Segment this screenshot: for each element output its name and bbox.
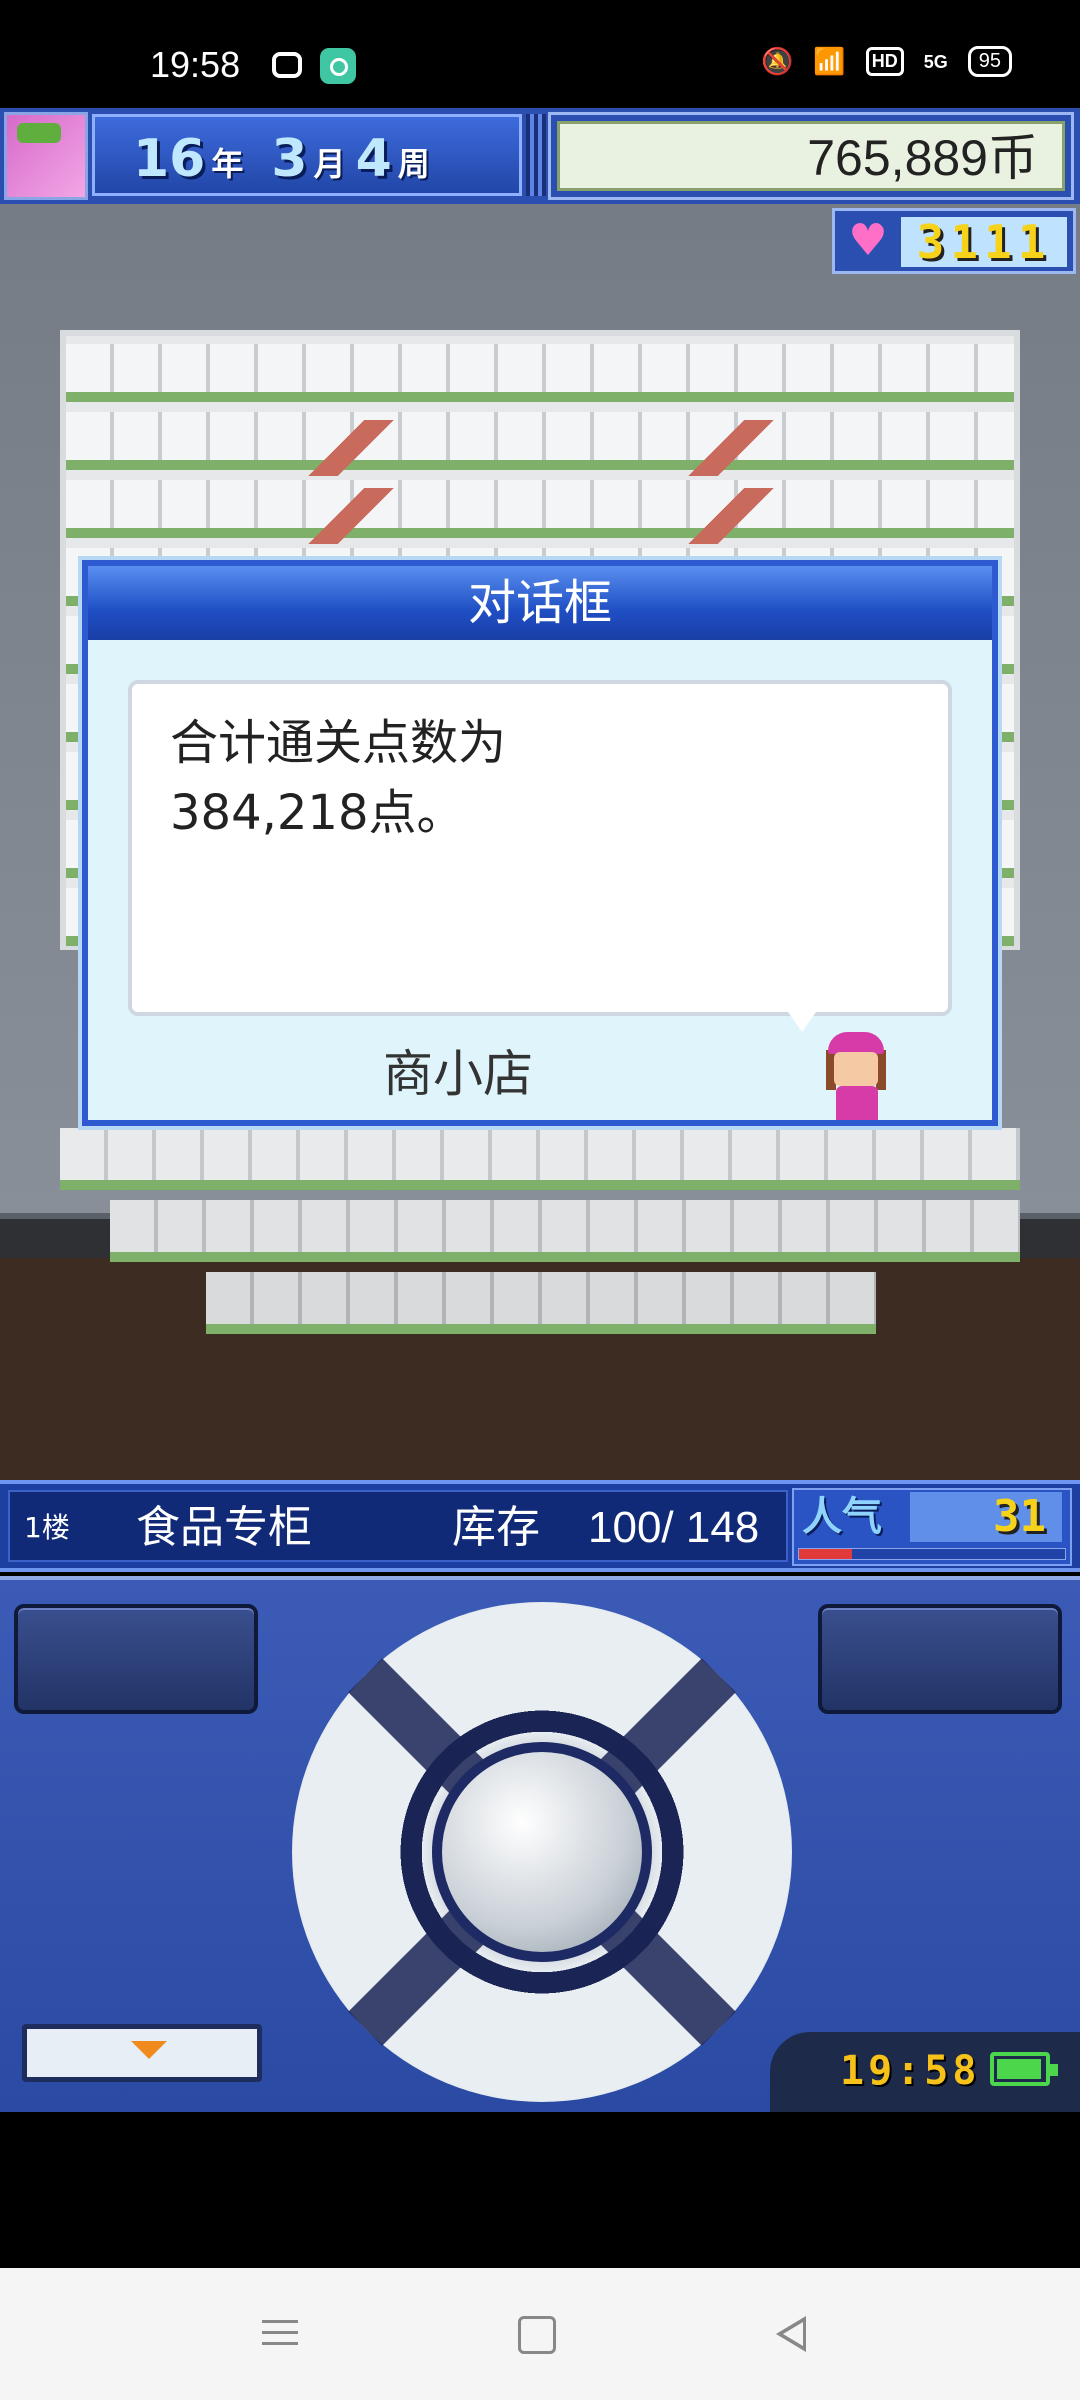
player-avatar[interactable]: [4, 112, 88, 200]
battery-icon: [990, 2052, 1058, 2086]
building-floor[interactable]: [66, 480, 1014, 538]
building-basement-1[interactable]: [110, 1200, 1020, 1262]
dpad[interactable]: [292, 1602, 792, 2102]
money-display: 765,889币: [548, 112, 1074, 200]
popularity-value: 31: [910, 1492, 1062, 1542]
floor-label: 1楼: [24, 1511, 70, 1544]
shopkeeper-avatar-icon: [818, 1032, 894, 1122]
header-divider: [526, 114, 546, 196]
right-shoulder-button[interactable]: [818, 1604, 1062, 1714]
status-time: 19:58: [150, 44, 241, 85]
building-floor[interactable]: [66, 412, 1014, 470]
dialog-box[interactable]: 对话框 合计通关点数为 384,218点。 商小店: [82, 560, 998, 1126]
building-floor[interactable]: [66, 344, 1014, 402]
hd-icon: HD: [865, 47, 904, 76]
mute-icon: 🔕: [760, 46, 794, 76]
dpad-center-button[interactable]: [432, 1742, 652, 1962]
letterbox: [0, 2112, 1080, 2268]
week-value: 4: [355, 129, 392, 189]
escalator: [686, 420, 776, 476]
dialog-speaker: 商小店: [383, 1045, 533, 1103]
popularity-bar-fill: [799, 1549, 853, 1559]
hearts-display: ♥ 3111: [832, 208, 1076, 274]
money-value: 765,889币: [557, 121, 1065, 191]
game-viewport[interactable]: 16 年 3 月 4 周 765,889币 ♥ 3111 对话框 合计通关点数为…: [0, 108, 1080, 1480]
escalator: [306, 488, 396, 544]
5g-signal-icon: 5G: [923, 51, 948, 72]
status-icons: 🔕 📶 HD 5G 95: [761, 46, 1012, 77]
heart-icon: ♥: [848, 215, 888, 266]
notification-app-icon: [320, 48, 356, 84]
week-unit: 周: [397, 145, 430, 183]
dialog-message: 合计通关点数为 384,218点。: [170, 715, 507, 841]
home-icon[interactable]: [518, 2316, 556, 2354]
shop-info[interactable]: 1楼 食品专柜 库存 100/ 148: [8, 1490, 788, 1562]
recents-menu-icon[interactable]: [262, 2312, 306, 2356]
clock-panel: 19:58: [770, 2032, 1080, 2116]
left-shoulder-button[interactable]: [14, 1604, 258, 1714]
battery-icon: 95: [967, 46, 1012, 77]
popularity-panel: 人气 31: [792, 1488, 1072, 1566]
status-bar: 19:58 🔕 📶 HD 5G 95: [0, 0, 1080, 108]
wifi-icon: 📶: [813, 46, 846, 76]
triangle-down-icon: [131, 2041, 167, 2059]
escalator: [686, 488, 776, 544]
game-header: 16 年 3 月 4 周 765,889币: [0, 108, 1080, 204]
building-basement-2[interactable]: [206, 1272, 876, 1334]
game-date: 16 年 3 月 4 周: [92, 114, 522, 196]
system-nav-bar: [0, 2268, 1080, 2400]
shop-name: 食品专柜: [136, 1502, 312, 1553]
month-unit: 月: [313, 145, 346, 183]
stock-value: 100/ 148: [588, 1503, 760, 1552]
building-floor-1[interactable]: [60, 1128, 1020, 1190]
virtual-controller: 19:58: [0, 1576, 1080, 2116]
year-unit: 年: [211, 145, 244, 183]
menu-toggle-button[interactable]: [22, 2024, 262, 2082]
dialog-message-bubble: 合计通关点数为 384,218点。: [128, 680, 952, 1016]
game-clock: 19:58: [840, 2048, 981, 2094]
dialog-title: 对话框: [88, 566, 992, 640]
popularity-label: 人气: [802, 1494, 882, 1540]
popularity-bar: [798, 1548, 1066, 1560]
stock-label: 库存: [452, 1502, 540, 1553]
year-value: 16: [133, 129, 206, 189]
hearts-value: 3111: [901, 217, 1067, 267]
tv-app-icon: [272, 52, 302, 78]
shop-info-bar: 1楼 食品专柜 库存 100/ 148 人气 31: [0, 1480, 1080, 1572]
back-icon[interactable]: [776, 2316, 806, 2352]
escalator: [306, 420, 396, 476]
month-value: 3: [271, 129, 308, 189]
